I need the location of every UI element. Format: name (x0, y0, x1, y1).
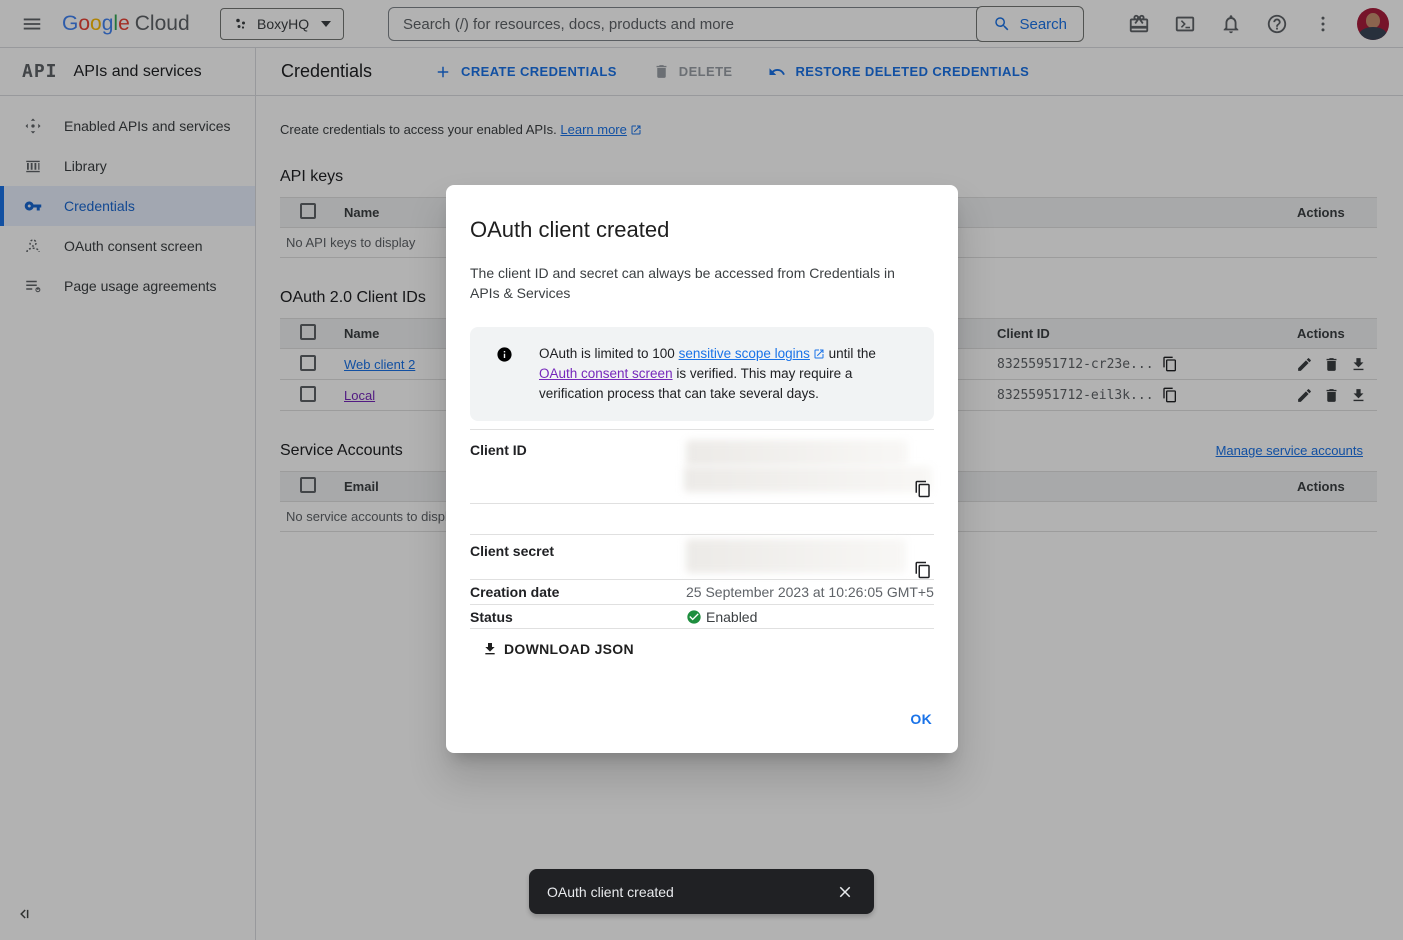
status-label: Status (470, 609, 513, 625)
spacer-row (470, 503, 934, 534)
sensitive-scope-logins-link[interactable]: sensitive scope logins (679, 346, 810, 361)
download-json-label: DOWNLOAD JSON (504, 641, 634, 657)
verification-notice: OAuth is limited to 100 sensitive scope … (470, 327, 934, 421)
dialog-fields: Client ID Client secret Creation date 25… (470, 429, 934, 629)
notice-text: OAuth is limited to 100 sensitive scope … (539, 344, 916, 404)
external-link-icon (813, 348, 825, 360)
status-value: Enabled (686, 609, 757, 625)
notice-link2-label: OAuth consent screen (539, 366, 673, 381)
oauth-consent-screen-link[interactable]: OAuth consent screen (539, 366, 673, 381)
client-secret-redacted-value (686, 539, 906, 573)
download-json-button[interactable]: DOWNLOAD JSON (482, 641, 634, 657)
status-text: Enabled (706, 609, 757, 625)
copy-icon[interactable] (914, 561, 932, 579)
creation-date-row: Creation date 25 September 2023 at 10:26… (470, 579, 934, 604)
client-id-row: Client ID (470, 429, 934, 503)
dialog-title: OAuth client created (470, 217, 934, 243)
download-icon (482, 641, 498, 657)
client-id-redacted-value (684, 466, 932, 492)
snackbar: OAuth client created (529, 869, 874, 914)
oauth-client-created-dialog: OAuth client created The client ID and s… (446, 185, 958, 753)
snackbar-message: OAuth client created (547, 884, 674, 900)
info-icon (496, 346, 513, 363)
ok-button[interactable]: OK (910, 711, 932, 727)
check-circle-icon (686, 609, 702, 625)
google-cloud-console: Google Cloud BoxyHQ Search (0, 0, 1403, 940)
close-icon[interactable] (836, 882, 856, 902)
creation-date-label: Creation date (470, 584, 559, 600)
creation-date-value: 25 September 2023 at 10:26:05 GMT+5 (686, 584, 934, 600)
dialog-description: The client ID and secret can always be a… (470, 263, 922, 303)
copy-icon[interactable] (914, 480, 932, 498)
notice-part1: OAuth is limited to 100 (539, 346, 679, 361)
notice-link1-label: sensitive scope logins (679, 346, 810, 361)
notice-part2: until the (825, 346, 876, 361)
client-id-redacted-value (686, 440, 908, 466)
status-row: Status Enabled (470, 604, 934, 629)
client-secret-row: Client secret (470, 534, 934, 579)
